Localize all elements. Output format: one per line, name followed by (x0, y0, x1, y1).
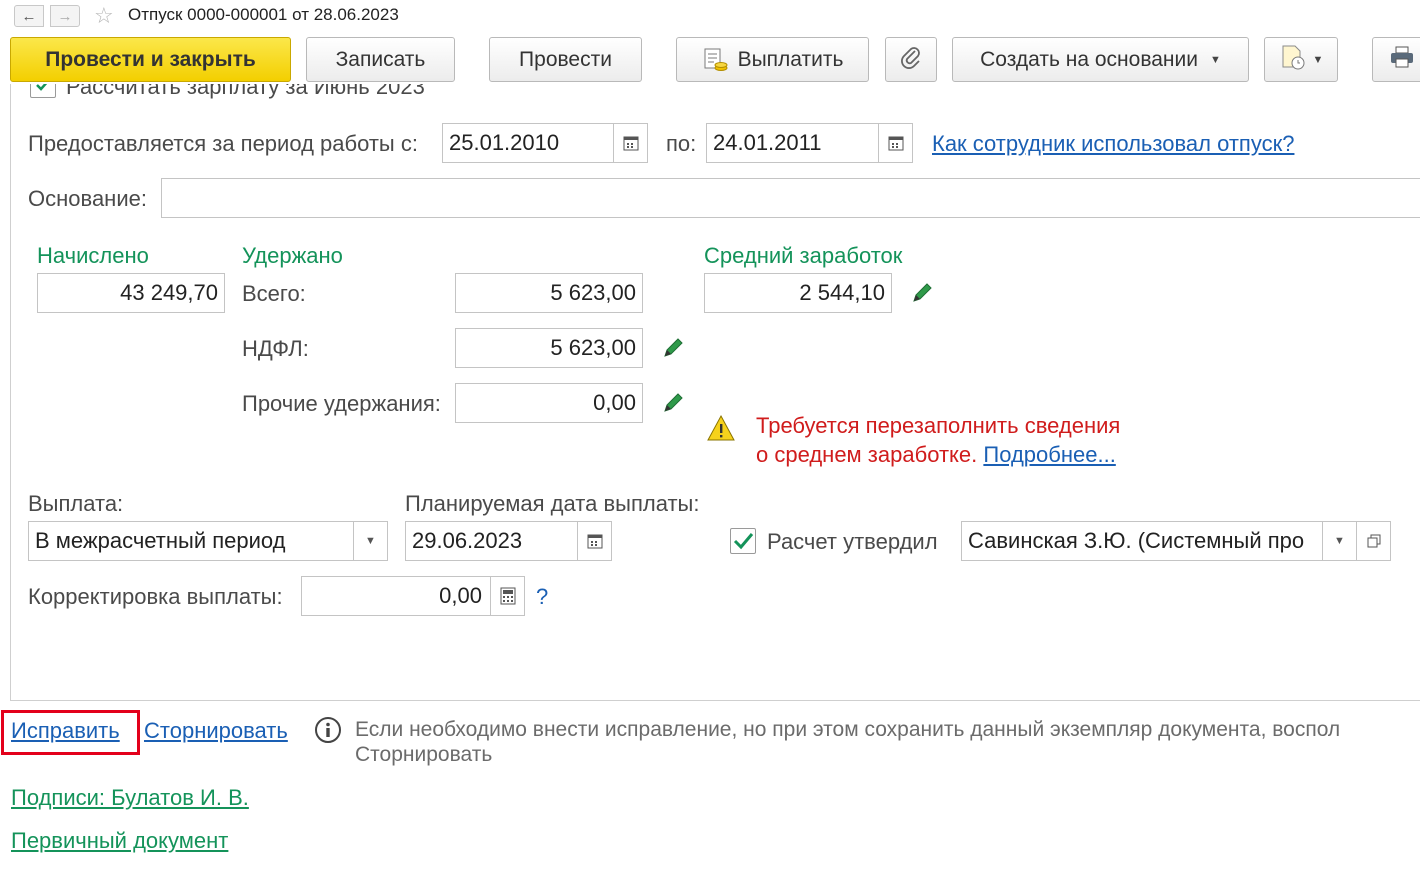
fix-link[interactable]: Исправить (11, 718, 120, 744)
attach-button[interactable] (885, 37, 937, 82)
chevron-down-icon[interactable]: ▼ (1322, 522, 1356, 560)
vacation-usage-link[interactable]: Как сотрудник использовал отпуск? (932, 131, 1294, 157)
avg-earnings-warning: Требуется перезаполнить сведения о средн… (756, 411, 1120, 469)
payment-label: Выплата: (28, 491, 124, 516)
info-line-1: Если необходимо внести исправление, но п… (355, 718, 1341, 741)
printer-icon (1389, 45, 1415, 75)
window-title: Отпуск 0000-000001 от 28.06.2023 (128, 5, 399, 24)
chevron-down-icon: ▼ (1209, 53, 1221, 66)
warning-details-link[interactable]: Подробнее... (983, 442, 1115, 467)
post-button[interactable]: Провести (489, 37, 642, 82)
calculation-approved-label: Расчет утвердил (767, 529, 938, 554)
other-withholdings-value: 0,00 (593, 390, 636, 415)
back-button[interactable]: ← (14, 5, 44, 27)
calendar-icon[interactable] (577, 522, 611, 560)
primary-document-link[interactable]: Первичный документ (11, 828, 228, 854)
chevron-down-icon[interactable]: ▼ (353, 522, 387, 560)
forward-button[interactable]: → (50, 5, 80, 27)
correction-help-link[interactable]: ? (536, 584, 548, 610)
document-clock-icon (1279, 43, 1307, 77)
ndfl-field: 5 623,00 (455, 328, 643, 368)
period-from-field[interactable]: 25.01.2010 (442, 123, 648, 163)
form-frame-divider (10, 700, 1420, 701)
correction-value: 0,00 (439, 583, 482, 608)
form-frame-left (10, 84, 11, 701)
planned-date-label: Планируемая дата выплаты: (405, 491, 700, 516)
info-icon (314, 716, 342, 749)
open-window-icon[interactable] (1356, 522, 1390, 560)
ndfl-label: НДФЛ: (242, 336, 309, 361)
other-withholdings-label: Прочие удержания: (242, 391, 441, 416)
calculation-approved-checkbox[interactable] (730, 528, 756, 554)
chevron-down-icon: ▼ (1312, 53, 1324, 66)
basis-label: Основание: (28, 186, 147, 211)
info-message: Если необходимо внести исправление, но п… (355, 717, 1340, 767)
avg-earnings-value: 2 544,10 (799, 280, 885, 305)
arrow-right-icon: → (57, 7, 73, 25)
paperclip-icon (900, 45, 922, 75)
period-to-field[interactable]: 24.01.2011 (706, 123, 913, 163)
correction-field[interactable]: 0,00 (301, 576, 525, 616)
scrolled-row: Рассчитать зарплату за Июнь 2023 (0, 84, 1420, 106)
basis-input[interactable] (161, 178, 1420, 218)
avg-earnings-field: 2 544,10 (704, 273, 892, 313)
other-withholdings-field: 0,00 (455, 383, 643, 423)
recalc-salary-label: Рассчитать зарплату за Июнь 2023 (66, 84, 425, 99)
period-label: Предоставляется за период работы с: (28, 131, 418, 156)
avg-earnings-label: Средний заработок (704, 243, 903, 268)
pay-button-label: Выплатить (737, 47, 844, 71)
payment-select[interactable]: В межрасчетный период ▼ (28, 521, 388, 561)
report-menu-button[interactable]: ▼ (1264, 37, 1338, 82)
signatures-link[interactable]: Подписи: Булатов И. В. (11, 785, 249, 811)
accrued-label: Начислено (37, 243, 149, 268)
ndfl-value: 5 623,00 (550, 335, 636, 360)
withheld-label: Удержано (242, 243, 343, 268)
approver-value: Савинская З.Ю. (Системный про (968, 528, 1305, 553)
calendar-icon[interactable] (878, 124, 912, 162)
calendar-icon[interactable] (613, 124, 647, 162)
create-based-on-button[interactable]: Создать на основании ▼ (952, 37, 1249, 82)
payment-document-icon (702, 47, 728, 73)
pencil-edit-avg-icon[interactable] (910, 281, 934, 305)
pay-button[interactable]: Выплатить (676, 37, 869, 82)
print-button[interactable] (1372, 37, 1420, 82)
favorite-star-icon[interactable]: ☆ (94, 3, 114, 29)
accrued-value: 43 249,70 (120, 280, 218, 305)
post-and-close-button[interactable]: Провести и закрыть (10, 37, 291, 82)
pencil-edit-ndfl-icon[interactable] (661, 336, 685, 360)
approver-select[interactable]: Савинская З.Ю. (Системный про ▼ (961, 521, 1391, 561)
info-line-2: Сторнировать (355, 743, 493, 766)
total-value: 5 623,00 (550, 280, 636, 305)
calculator-icon[interactable] (490, 577, 524, 615)
warning-line-2: о среднем заработке. (756, 442, 978, 467)
create-based-on-label: Создать на основании (980, 47, 1198, 71)
planned-date-field[interactable]: 29.06.2023 (405, 521, 612, 561)
pencil-edit-other-icon[interactable] (661, 391, 685, 415)
save-button[interactable]: Записать (306, 37, 455, 82)
accrued-field: 43 249,70 (37, 273, 225, 313)
recalc-salary-checkbox[interactable] (30, 84, 56, 98)
warning-icon (706, 414, 736, 447)
total-field: 5 623,00 (455, 273, 643, 313)
correction-label: Корректировка выплаты: (28, 584, 283, 609)
payment-value: В межрасчетный период (35, 528, 286, 553)
total-label: Всего: (242, 281, 306, 306)
period-to-label: по: (666, 131, 697, 156)
reverse-link[interactable]: Сторнировать (144, 718, 288, 744)
arrow-left-icon: ← (21, 7, 37, 25)
warning-line-1: Требуется перезаполнить сведения (756, 413, 1121, 438)
